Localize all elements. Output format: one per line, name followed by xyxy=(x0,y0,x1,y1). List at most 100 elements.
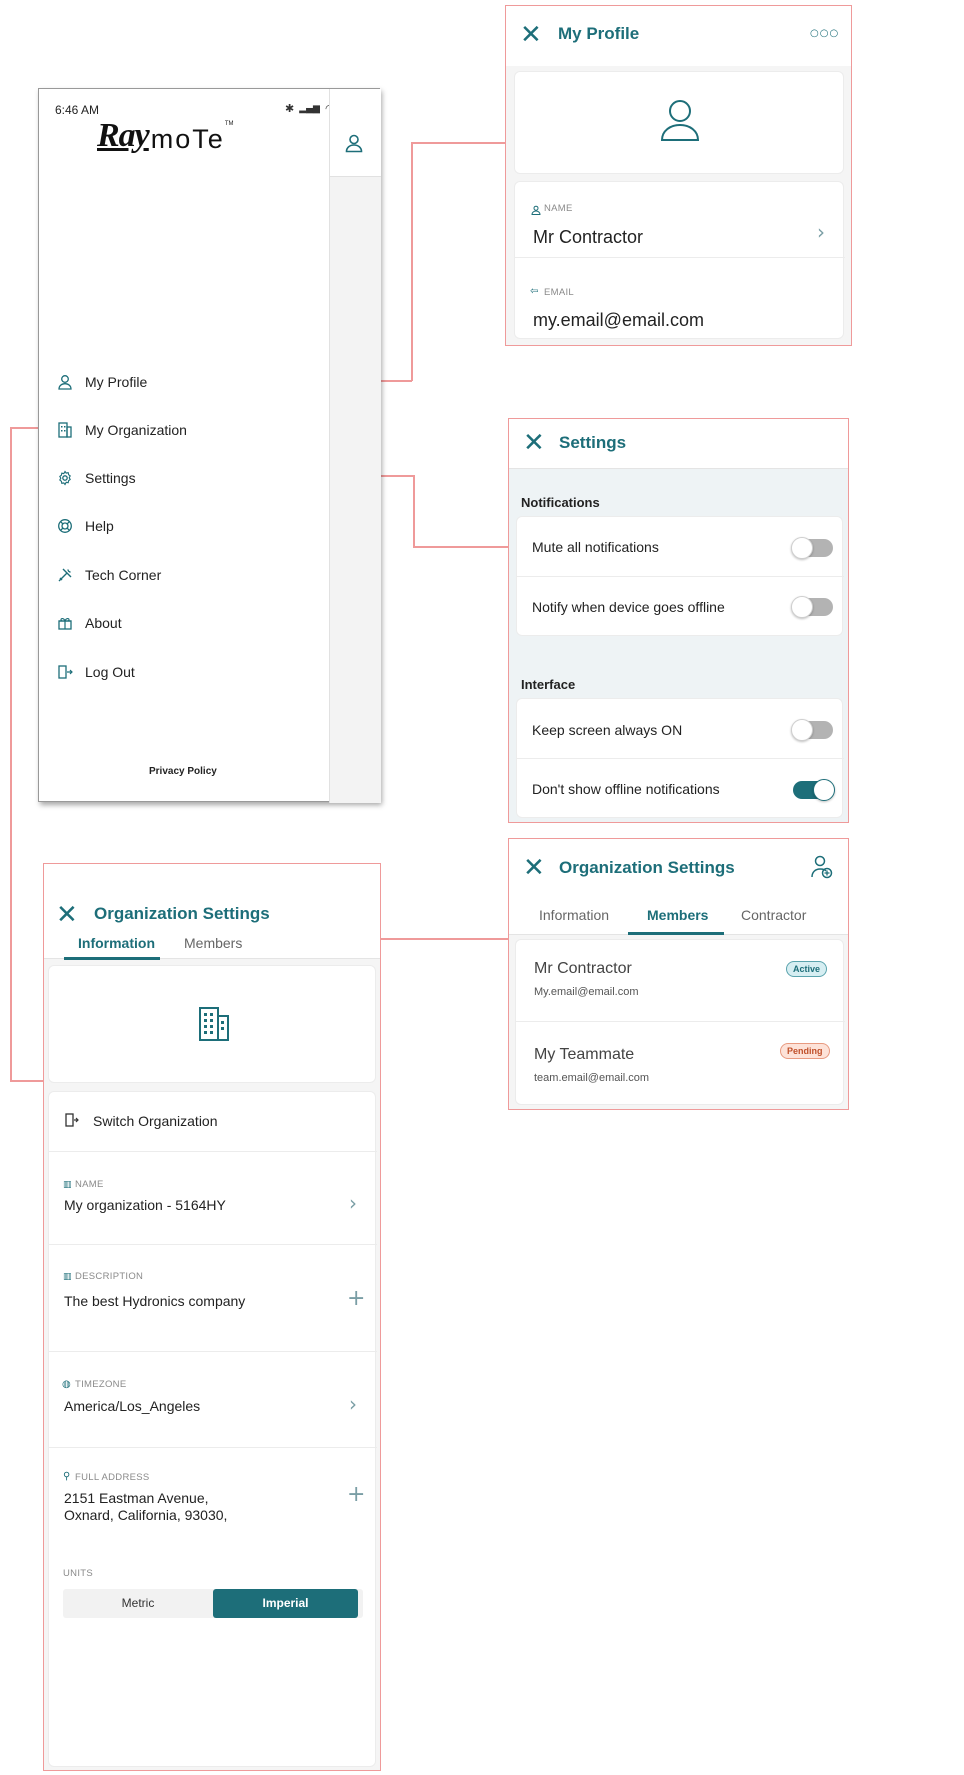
close-icon[interactable]: ✕ xyxy=(523,855,545,881)
member-email: My.email@email.com xyxy=(534,986,639,998)
org-address-label: FULL ADDRESS xyxy=(75,1472,150,1483)
notify-offline-label: Notify when device goes offline xyxy=(532,599,725,615)
building-icon xyxy=(197,1006,231,1047)
chevron-right-icon: › xyxy=(349,1392,357,1416)
menu-item-my-organization[interactable]: My Organization xyxy=(57,422,187,438)
units-metric-option[interactable]: Metric xyxy=(63,1589,213,1618)
dont-show-offline-label: Don't show offline notifications xyxy=(532,781,720,797)
chevron-right-icon: › xyxy=(817,220,825,244)
tab-information-underline xyxy=(64,957,160,960)
org-name-label: NAME xyxy=(75,1179,104,1190)
raymote-logo: Ray moTe TM xyxy=(97,117,233,155)
member-row[interactable]: My Teammate team.email@email.com Pending xyxy=(516,1023,845,1105)
keep-screen-on-label: Keep screen always ON xyxy=(532,722,683,738)
org-name-row[interactable]: ▥ NAME My organization - 5164HY › xyxy=(49,1153,377,1245)
org-info-title: Organization Settings xyxy=(94,904,270,923)
org-description-row[interactable]: ▥ DESCRIPTION The best Hydronics company… xyxy=(49,1246,377,1352)
menu-item-tech-corner[interactable]: Tech Corner xyxy=(57,567,161,583)
tab-contractor[interactable]: Contractor xyxy=(741,907,806,923)
connector-profile-v xyxy=(411,142,413,381)
menu-item-label: About xyxy=(85,615,122,631)
menu-item-help[interactable]: Help xyxy=(57,518,114,534)
profile-info-card: NAME Mr Contractor › ⇦ EMAIL my.email@em… xyxy=(514,181,845,339)
dont-show-offline-toggle[interactable] xyxy=(793,779,835,801)
connector-profile-h2 xyxy=(411,142,506,144)
mute-all-toggle[interactable] xyxy=(791,537,833,559)
interface-card: Keep screen always ON Don't show offline… xyxy=(516,698,844,818)
menu-item-about[interactable]: About xyxy=(57,615,122,631)
name-label: NAME xyxy=(544,203,573,214)
notifications-section-title: Notifications xyxy=(521,495,600,510)
header-user-icon[interactable] xyxy=(344,133,364,158)
phone-screen: 6:46 AM ✱ ▂▄▆ ◠ 66 Ray moTe TM My Profil… xyxy=(38,88,381,803)
menu-item-label: Settings xyxy=(85,470,136,486)
org-timezone-row[interactable]: ◍ TIMEZONE America/Los_Angeles › xyxy=(49,1353,377,1448)
gear-icon xyxy=(57,470,73,486)
building-small-icon: ▥ xyxy=(63,1179,72,1189)
menu-item-label: My Organization xyxy=(85,422,187,438)
connector-org-h2 xyxy=(10,1080,44,1082)
bluetooth-icon: ✱ xyxy=(285,102,295,115)
switch-organization-row[interactable]: Switch Organization xyxy=(49,1092,377,1152)
close-icon[interactable]: ✕ xyxy=(56,902,78,928)
org-timezone-label: TIMEZONE xyxy=(75,1379,127,1390)
org-timezone-value: America/Los_Angeles xyxy=(64,1398,201,1414)
menu-item-label: My Profile xyxy=(85,374,148,390)
add-icon[interactable]: + xyxy=(347,1286,365,1311)
member-email: team.email@email.com xyxy=(534,1072,650,1084)
org-description-label: DESCRIPTION xyxy=(75,1271,144,1282)
user-avatar-icon[interactable] xyxy=(659,98,701,147)
keep-screen-on-toggle[interactable] xyxy=(791,719,833,741)
menu-item-label: Log Out xyxy=(85,664,135,680)
org-address-row[interactable]: ⚲ FULL ADDRESS 2151 Eastman Avenue, Oxna… xyxy=(49,1449,377,1549)
logo-tm: TM xyxy=(224,121,234,127)
member-row[interactable]: Mr Contractor My.email@email.com Active xyxy=(516,940,845,1022)
privacy-policy-link[interactable]: Privacy Policy xyxy=(149,766,217,777)
more-options-icon[interactable]: ○○○ xyxy=(810,28,839,39)
tools-icon xyxy=(57,567,73,583)
tab-members[interactable]: Members xyxy=(184,935,242,951)
connector-org-v xyxy=(10,427,12,1081)
menu-item-my-profile[interactable]: My Profile xyxy=(57,374,147,390)
chevron-right-icon: › xyxy=(349,1191,357,1215)
units-segmented-control: Metric Imperial xyxy=(63,1589,363,1618)
add-member-icon[interactable] xyxy=(811,855,833,884)
org-info-panel: ✕ Organization Settings Information Memb… xyxy=(43,863,381,1771)
logout-icon xyxy=(57,664,73,680)
members-list: Mr Contractor My.email@email.com Active … xyxy=(515,939,845,1105)
name-row[interactable]: NAME Mr Contractor › xyxy=(515,182,845,258)
menu-item-log-out[interactable]: Log Out xyxy=(57,664,135,680)
tab-information[interactable]: Information xyxy=(78,935,155,951)
org-address-line2: Oxnard, California, 93030, xyxy=(64,1507,228,1523)
email-label: EMAIL xyxy=(544,287,575,298)
divider xyxy=(517,758,844,759)
tab-members[interactable]: Members xyxy=(647,907,708,923)
logo-ray: Ray xyxy=(97,117,150,154)
notifications-card: Mute all notifications Notify when devic… xyxy=(516,516,844,636)
add-icon[interactable]: + xyxy=(347,1482,365,1507)
tab-information[interactable]: Information xyxy=(539,907,609,923)
org-members-title: Organization Settings xyxy=(559,858,735,877)
units-label: UNITS xyxy=(63,1568,93,1579)
email-row: ⇦ EMAIL my.email@email.com xyxy=(515,259,845,339)
profile-title: My Profile xyxy=(558,24,640,43)
connector-settings-v xyxy=(413,475,415,547)
name-user-icon xyxy=(531,202,541,220)
profile-avatar-card xyxy=(514,71,844,174)
signal-icon: ▂▄▆ xyxy=(299,103,320,114)
units-imperial-option[interactable]: Imperial xyxy=(213,1589,358,1618)
close-icon[interactable]: ✕ xyxy=(523,430,545,456)
settings-panel: ✕ Settings Notifications Mute all notifi… xyxy=(508,418,849,823)
notify-offline-toggle[interactable] xyxy=(791,596,833,618)
logout-icon xyxy=(65,1113,79,1132)
tab-members-underline xyxy=(628,932,724,935)
menu-item-settings[interactable]: Settings xyxy=(57,470,136,486)
clock-icon: ◍ xyxy=(62,1379,71,1390)
org-address-line1: 2151 Eastman Avenue, xyxy=(64,1490,209,1506)
menu-item-label: Tech Corner xyxy=(85,567,162,583)
switch-organization-label: Switch Organization xyxy=(93,1113,218,1129)
org-logo-card xyxy=(48,965,376,1083)
status-badge-active: Active xyxy=(786,961,828,977)
close-icon[interactable]: ✕ xyxy=(520,22,542,48)
drawer-scrim[interactable] xyxy=(329,89,381,803)
